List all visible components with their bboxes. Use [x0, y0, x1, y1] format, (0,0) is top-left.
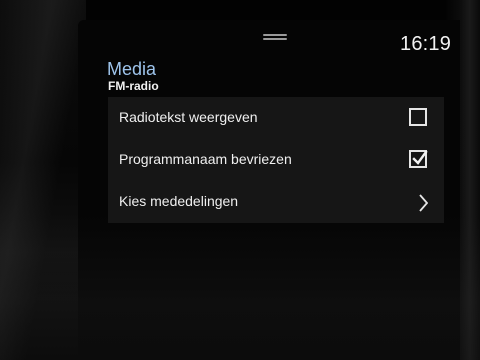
setting-row-mededelingen[interactable]: Kies mededelingen [108, 181, 444, 223]
display-bezel-left [0, 0, 86, 360]
setting-row-programmanaam[interactable]: Programmanaam bevriezen [108, 139, 444, 181]
setting-label: Programmanaam bevriezen [119, 151, 292, 167]
drag-handle-icon[interactable] [263, 34, 287, 40]
page-title: Media [107, 59, 157, 79]
status-clock: 16:19 [400, 33, 452, 55]
setting-label: Kies mededelingen [119, 193, 239, 209]
setting-label: Radiotekst weergeven [119, 109, 258, 125]
radiotekst-checkbox[interactable] [409, 108, 427, 126]
chevron-right-icon [419, 194, 428, 212]
programmanaam-checkbox[interactable] [409, 150, 428, 168]
checkmark-icon [412, 151, 428, 165]
settings-list: Radiotekst weergeven Programmanaam bevri… [108, 97, 444, 223]
car-infotainment-display: 16:19 Media FM-radio Radiotekst weergeve… [0, 0, 480, 360]
page-subtitle: FM-radio [108, 79, 159, 93]
setting-row-radiotekst[interactable]: Radiotekst weergeven [108, 97, 444, 139]
